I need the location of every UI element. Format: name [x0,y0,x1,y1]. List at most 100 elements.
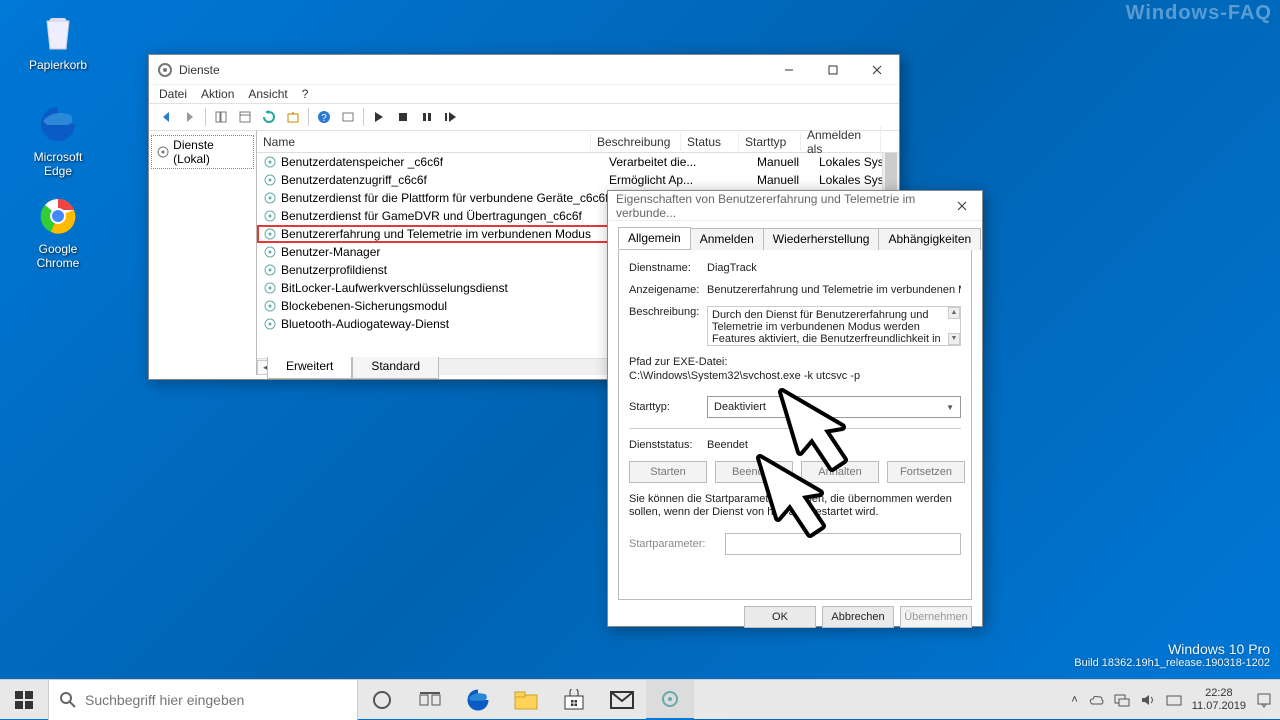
taskbar-services[interactable] [646,680,694,720]
cancel-button[interactable]: Abbrechen [822,606,894,628]
services-titlebar[interactable]: Dienste [149,55,899,85]
services-toolbar: ? [149,103,899,131]
toolbar-properties-button[interactable] [234,106,256,128]
close-button[interactable] [855,55,899,85]
chevron-down-icon: ▼ [946,403,954,412]
task-view-button[interactable] [406,680,454,720]
minimize-button[interactable] [767,55,811,85]
apply-button[interactable]: Übernehmen [900,606,972,628]
value-service-status: Beendet [707,439,961,451]
menu-file[interactable]: Datei [159,87,187,101]
service-properties-dialog[interactable]: Eigenschaften von Benutzererfahrung und … [607,190,983,627]
start-params-input[interactable] [725,533,961,555]
desktop-icon-label: Google Chrome [20,242,96,270]
gear-icon [263,281,277,295]
tab-logon[interactable]: Anmelden [690,228,764,250]
tab-standard[interactable]: Standard [352,357,439,379]
tray-volume-icon[interactable] [1140,692,1156,708]
search-icon [59,691,77,709]
service-desc: Verarbeitet die... [609,155,699,169]
service-desc: Ermöglicht Ap... [609,173,699,187]
pause-service-button[interactable]: Anhalten [801,461,879,483]
services-menubar: Datei Aktion Ansicht ? [149,85,899,103]
service-starttype: Manuell [757,173,819,187]
label-description: Beschreibung: [629,306,707,318]
toolbar-pause-button[interactable] [416,106,438,128]
recycle-bin-icon [34,8,82,56]
menu-help[interactable]: ? [302,87,309,101]
col-name[interactable]: Name [257,133,591,151]
properties-title: Eigenschaften von Benutzererfahrung und … [616,192,942,220]
col-starttype[interactable]: Starttyp [739,133,801,151]
desktop-icon-edge[interactable]: Microsoft Edge [20,100,96,178]
tab-recovery[interactable]: Wiederherstellung [763,228,880,250]
label-display-name: Anzeigename: [629,284,707,296]
toolbar-show-hide-button[interactable] [210,106,232,128]
startup-type-dropdown[interactable]: Deaktiviert ▼ [707,396,961,418]
menu-action[interactable]: Aktion [201,87,234,101]
taskbar-edge[interactable] [454,680,502,720]
service-row[interactable]: Benutzerdatenzugriff_c6c6fErmöglicht Ap.… [257,171,899,189]
toolbar-forward-button[interactable] [179,106,201,128]
tree-root-services[interactable]: Dienste (Lokal) [151,135,254,169]
taskbar-mail[interactable] [598,680,646,720]
toolbar-export-button[interactable] [282,106,304,128]
description-scrollbar[interactable]: ▲▼ [948,307,960,345]
toolbar-start-button[interactable] [368,106,390,128]
taskbar-store[interactable] [550,680,598,720]
maximize-button[interactable] [811,55,855,85]
tab-general[interactable]: Allgemein [618,227,691,249]
chrome-icon [34,192,82,240]
col-desc[interactable]: Beschreibung [591,133,681,151]
properties-tabs: Allgemein Anmelden Wiederherstellung Abh… [618,227,972,250]
label-exe-path: Pfad zur EXE-Datei: [629,356,961,368]
toolbar-restart-button[interactable] [440,106,462,128]
startup-type-value: Deaktiviert [714,401,766,413]
toolbar-help-button[interactable]: ? [313,106,335,128]
gear-icon [263,317,277,331]
windows-logo-icon [15,691,33,709]
services-tree-pane: Dienste (Lokal) [149,131,257,375]
start-button[interactable] [0,680,48,720]
services-view-tabs: Erweitert Standard [267,357,439,379]
desktop-icon-label: Papierkorb [20,58,96,72]
properties-titlebar[interactable]: Eigenschaften von Benutzererfahrung und … [608,191,982,221]
resume-service-button[interactable]: Fortsetzen [887,461,965,483]
search-input[interactable] [85,692,347,708]
tray-clock[interactable]: 22:28 11.07.2019 [1192,687,1246,713]
tray-date: 11.07.2019 [1192,700,1246,713]
desktop-icon-recycle-bin[interactable]: Papierkorb [20,8,96,72]
toolbar-refresh-button[interactable] [258,106,280,128]
taskbar-search[interactable] [48,680,358,720]
menu-view[interactable]: Ansicht [248,87,287,101]
toolbar-misc-button[interactable] [337,106,359,128]
ok-button[interactable]: OK [744,606,816,628]
service-name: Bluetooth-Audiogateway-Dienst [281,317,609,331]
description-textbox[interactable]: Durch den Dienst für Benutzererfahrung u… [707,306,961,346]
tray-network-icon[interactable] [1114,692,1130,708]
gear-icon [263,209,277,223]
service-name: Benutzerdienst für die Plattform für ver… [281,191,609,205]
service-name: BitLocker-Laufwerkverschlüsselungsdienst [281,281,609,295]
tray-notifications-icon[interactable] [1256,692,1272,708]
gear-icon [263,155,277,169]
tray-input-icon[interactable] [1166,692,1182,708]
tree-root-label: Dienste (Lokal) [173,138,249,166]
label-service-status: Dienststatus: [629,439,707,451]
col-status[interactable]: Status [681,133,739,151]
tab-erweitert[interactable]: Erweitert [267,357,352,379]
toolbar-back-button[interactable] [155,106,177,128]
desktop-icon-chrome[interactable]: Google Chrome [20,192,96,270]
start-service-button[interactable]: Starten [629,461,707,483]
gear-icon [263,299,277,313]
service-row[interactable]: Benutzerdatenspeicher _c6c6fVerarbeitet … [257,153,899,171]
cortana-button[interactable] [358,680,406,720]
tray-chevron-up-icon[interactable]: ˄ [1071,694,1077,706]
tray-onedrive-icon[interactable] [1088,692,1104,708]
taskbar-explorer[interactable] [502,680,550,720]
stop-service-button[interactable]: Beenden [715,461,793,483]
close-button[interactable] [942,191,982,221]
toolbar-stop-button[interactable] [392,106,414,128]
svg-text:?: ? [321,113,327,124]
tab-dependencies[interactable]: Abhängigkeiten [878,228,981,250]
